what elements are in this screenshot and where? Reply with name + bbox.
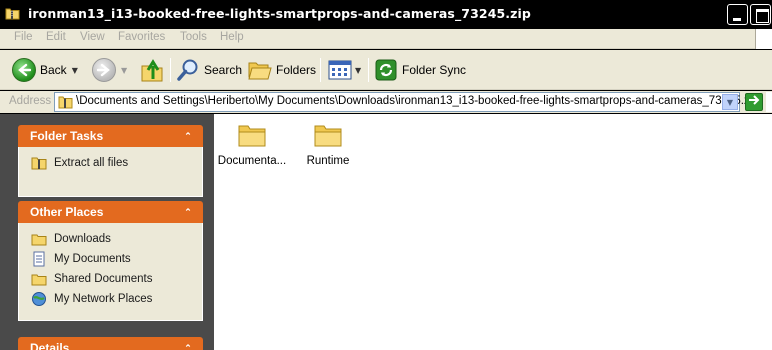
place-shared-documents[interactable]: Shared Documents <box>31 269 202 289</box>
search-label: Search <box>204 63 243 77</box>
address-dropdown-icon[interactable]: ▼ <box>722 94 738 110</box>
zip-folder-icon <box>5 8 20 20</box>
task-label: Extract all files <box>54 157 129 169</box>
views-dropdown-icon[interactable]: ▼ <box>355 66 361 75</box>
menu-tools[interactable]: Tools <box>180 31 207 43</box>
menu-help[interactable]: Help <box>220 31 244 43</box>
my-documents-icon <box>33 251 45 267</box>
windows-logo <box>755 29 772 49</box>
menu-file[interactable]: File <box>14 31 33 43</box>
folders-label: Folders <box>276 63 317 77</box>
other-places-panel: Other Places ⌃ Downloads My Documents Sh… <box>18 201 203 321</box>
forward-dropdown-icon[interactable]: ▼ <box>121 66 127 75</box>
place-downloads[interactable]: Downloads <box>31 229 202 249</box>
file-item-documentation[interactable]: Documenta... <box>214 120 290 167</box>
maximize-button[interactable] <box>750 4 771 25</box>
address-label: Address <box>9 95 52 107</box>
folder-icon <box>238 125 266 147</box>
task-pane: Folder Tasks ⌃ Extract all files Other P… <box>0 114 214 350</box>
address-bar: Address \Documents and Settings\Heribert… <box>0 91 772 113</box>
file-name: Runtime <box>306 155 350 167</box>
folder-icon <box>31 274 47 286</box>
folder-tasks-body: Extract all files <box>18 147 203 197</box>
details-title: Details <box>30 341 70 350</box>
folder-tasks-header[interactable]: Folder Tasks ⌃ <box>18 125 203 147</box>
folder-tasks-title: Folder Tasks <box>30 129 104 143</box>
file-list-pane[interactable]: Documenta... Runtime <box>214 114 772 350</box>
folder-tasks-panel: Folder Tasks ⌃ Extract all files <box>18 125 203 197</box>
window-title: ironman13_i13-booked-free-lights-smartpr… <box>28 6 531 21</box>
expand-chevron-icon[interactable]: ⌃ <box>181 341 195 350</box>
network-places-icon <box>32 292 46 306</box>
folder-sync-button[interactable]: Folder Sync <box>374 56 466 84</box>
go-label-edge <box>766 92 772 112</box>
search-icon <box>177 59 198 81</box>
up-button[interactable] <box>140 56 164 84</box>
place-label: My Documents <box>54 253 131 265</box>
other-places-header[interactable]: Other Places ⌃ <box>18 201 203 223</box>
collapse-chevron-icon[interactable]: ⌃ <box>181 129 195 143</box>
details-panel: Details ⌃ <box>18 337 203 350</box>
views-button[interactable]: ▼ <box>328 56 361 84</box>
toolbar-separator <box>170 58 171 82</box>
folder-sync-icon <box>375 59 397 81</box>
place-my-network-places[interactable]: My Network Places <box>31 289 202 309</box>
back-arrow-icon <box>12 58 36 82</box>
go-arrow-icon <box>749 95 760 105</box>
folder-sync-label: Folder Sync <box>402 63 467 77</box>
back-button[interactable]: Back ▼ <box>12 56 78 84</box>
back-dropdown-icon[interactable]: ▼ <box>72 66 78 75</box>
folder-icon <box>31 234 47 246</box>
extract-zip-icon <box>31 157 47 170</box>
other-places-body: Downloads My Documents Shared Documents <box>18 223 203 321</box>
toolbar-separator <box>368 58 369 82</box>
menu-view[interactable]: View <box>80 31 105 43</box>
address-path: \Documents and Settings\Heriberto\My Doc… <box>76 95 759 107</box>
zip-folder-icon <box>58 96 73 109</box>
search-button[interactable]: Search <box>176 56 242 84</box>
menu-edit[interactable]: Edit <box>46 31 66 43</box>
toolbar: Back ▼ ▼ Search Folders ▼ Folder Sync <box>0 50 772 90</box>
forward-button[interactable]: ▼ <box>92 56 127 84</box>
collapse-chevron-icon[interactable]: ⌃ <box>181 205 195 219</box>
address-input[interactable]: \Documents and Settings\Heriberto\My Doc… <box>54 92 759 112</box>
minimize-button[interactable] <box>727 4 748 25</box>
file-item-runtime[interactable]: Runtime <box>290 120 366 167</box>
file-name: Documenta... <box>217 155 287 167</box>
place-label: Shared Documents <box>54 273 153 285</box>
folder-icon <box>314 125 342 147</box>
title-bar[interactable]: ironman13_i13-booked-free-lights-smartpr… <box>0 0 772 29</box>
go-button[interactable] <box>745 93 763 111</box>
task-extract-all-files[interactable]: Extract all files <box>31 153 202 173</box>
forward-arrow-icon <box>92 58 116 82</box>
place-label: My Network Places <box>54 293 153 305</box>
up-folder-icon <box>141 59 163 82</box>
back-label: Back <box>40 63 67 77</box>
toolbar-separator <box>320 58 321 82</box>
place-my-documents[interactable]: My Documents <box>31 249 202 269</box>
menu-bar: File Edit View Favorites Tools Help <box>0 29 772 49</box>
folders-icon <box>248 62 272 80</box>
folders-button[interactable]: Folders <box>248 56 316 84</box>
details-header[interactable]: Details ⌃ <box>18 337 203 350</box>
menu-favorites[interactable]: Favorites <box>118 31 165 43</box>
other-places-title: Other Places <box>30 205 104 219</box>
views-icon <box>328 60 352 80</box>
place-label: Downloads <box>54 233 111 245</box>
